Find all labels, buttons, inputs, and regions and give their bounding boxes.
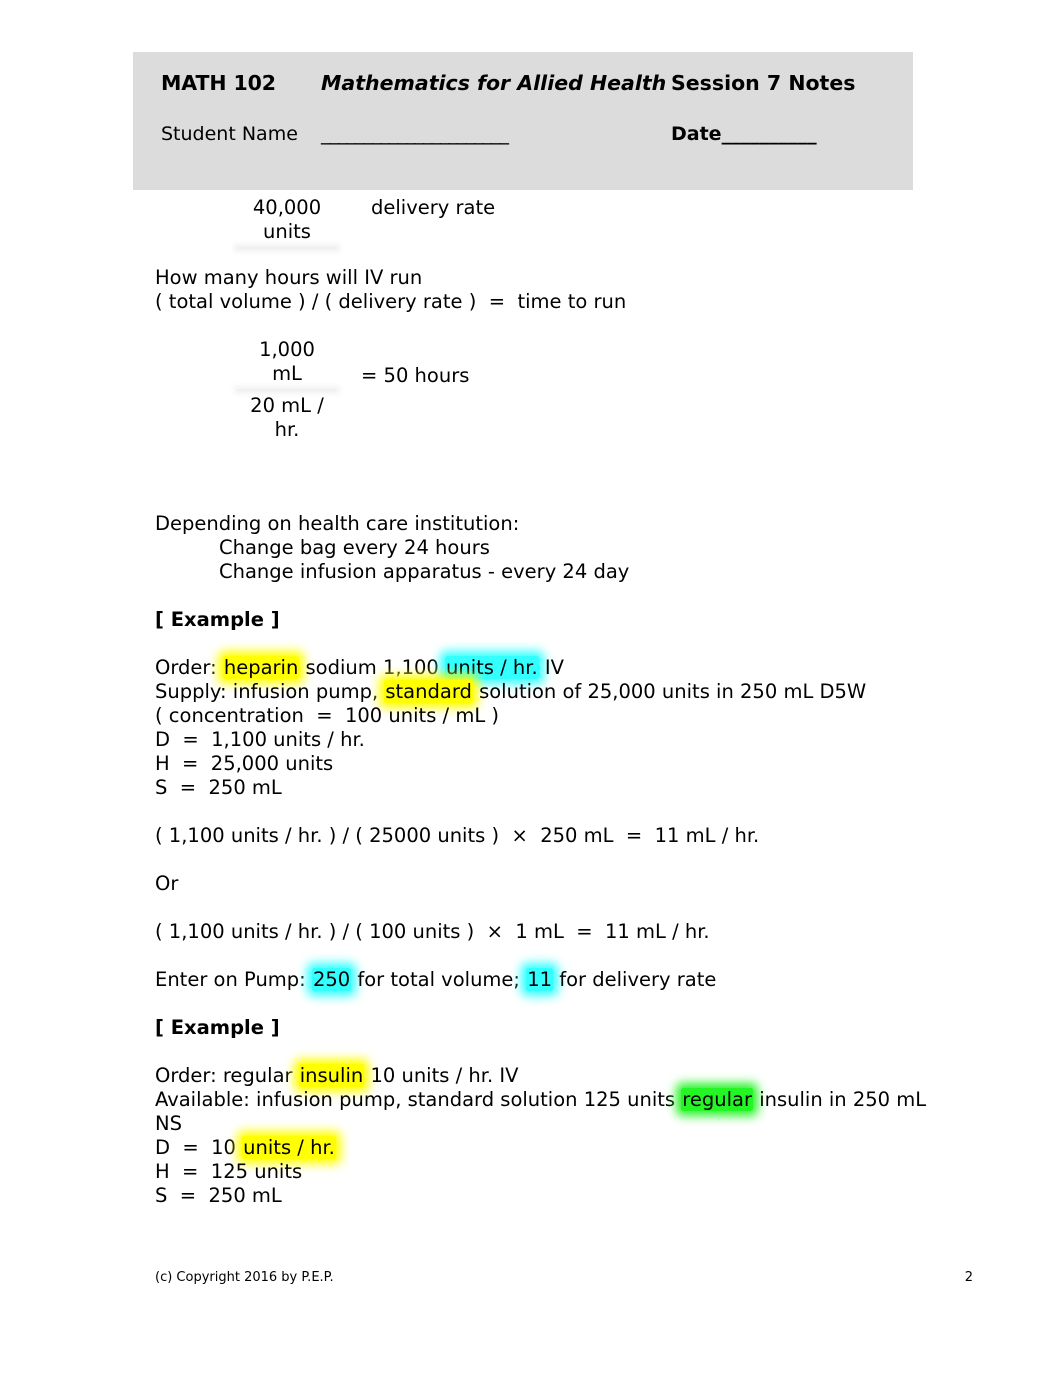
course-code: MATH 102 <box>161 71 276 95</box>
example-2-s-line: S = 250 mL <box>155 1184 282 1207</box>
pump-prefix: Enter on Pump: <box>155 968 312 991</box>
fraction-numerator: 40,000 <box>252 196 322 219</box>
document-header-table: MATH 102 Mathematics for Allied Health S… <box>133 52 913 190</box>
pump-mid: for total volume; <box>351 968 527 991</box>
highlight-units-per-hour-2: units / hr. <box>242 1136 336 1159</box>
example-1-calculation-2: ( 1,100 units / hr. ) / ( 100 units ) × … <box>155 920 710 943</box>
example-1-pump-line: Enter on Pump: 250 for total volume; 11 … <box>155 968 945 992</box>
example-2-heading: [ Example ] <box>155 1016 280 1039</box>
example-1-d-line: D = 1,100 units / hr. <box>155 728 365 751</box>
fraction-denominator-unit: hr. <box>274 418 300 441</box>
header-cell-course-title: Mathematics for Allied Health <box>321 70 671 96</box>
fraction-denominator: 20 mL / <box>250 394 324 417</box>
header-cell-student-blank: ______________________ <box>321 122 671 147</box>
header-cell-student-label: Student Name <box>161 122 321 147</box>
page-footer: (c) Copyright 2016 by P.E.P. 2 <box>155 1270 973 1286</box>
fraction-numerator: 1,000 <box>259 338 315 361</box>
course-title: Mathematics for Allied Health <box>321 71 667 95</box>
fraction-block-time-to-run: 1,000 mL 20 mL / hr. = 50 hours <box>155 338 945 442</box>
order-prefix: Order: <box>155 656 223 679</box>
depending-heading: Depending on health care institution: <box>155 512 520 535</box>
footer-copyright: (c) Copyright 2016 by P.E.P. <box>155 1270 334 1285</box>
pump-suffix: for delivery rate <box>553 968 717 991</box>
document-body: 40,000 units delivery rate How many hour… <box>155 196 945 1208</box>
example-2-d-line: D = 10 units / hr. <box>155 1136 945 1160</box>
example-2-available-line: Available: infusion pump, standard solut… <box>155 1088 945 1136</box>
order-suffix: IV <box>538 656 564 679</box>
header-row-student: Student Name ______________________ Date… <box>161 122 889 147</box>
student-name-label: Student Name <box>161 123 298 145</box>
example-1-calculation-1: ( 1,100 units / hr. ) / ( 25000 units ) … <box>155 824 760 847</box>
fraction-bar <box>237 389 337 391</box>
date-field[interactable]: __________ <box>722 123 817 145</box>
header-row-title: MATH 102 Mathematics for Allied Health S… <box>161 70 889 96</box>
order-prefix: Order: regular <box>155 1064 299 1087</box>
example-1-heading: [ Example ] <box>155 608 280 631</box>
example-1-supply-line: Supply: infusion pump, standard solution… <box>155 680 945 704</box>
fraction-block-delivery-rate: 40,000 units delivery rate <box>155 196 945 252</box>
fraction-numerator-unit: mL <box>272 362 302 385</box>
highlight-total-volume-250: 250 <box>311 968 352 991</box>
fraction-result: = 50 hours <box>361 364 470 387</box>
order-mid: sodium 1,100 <box>299 656 445 679</box>
student-name-field[interactable]: ______________________ <box>321 123 509 145</box>
order-suffix: 10 units / hr. IV <box>364 1064 519 1087</box>
fraction-bar <box>237 247 337 249</box>
available-prefix: Available: infusion pump, standard solut… <box>155 1088 682 1111</box>
header-cell-session: Session 7 Notes <box>671 70 889 96</box>
highlight-regular: regular <box>681 1088 753 1111</box>
supply-prefix: Supply: infusion pump, <box>155 680 385 703</box>
example-1-h-line: H = 25,000 units <box>155 752 334 775</box>
example-1-order-line: Order: heparin sodium 1,100 units / hr. … <box>155 656 945 680</box>
highlight-units-per-hour: units / hr. <box>445 656 539 679</box>
session-label: Session 7 Notes <box>671 71 856 95</box>
document-page: MATH 102 Mathematics for Allied Health S… <box>0 0 1062 1376</box>
header-cell-date: Date__________ <box>671 122 889 147</box>
highlight-insulin: insulin <box>298 1064 365 1087</box>
example-1-or-label: Or <box>155 872 179 895</box>
fraction-1000ml-over-20mlhr: 1,000 mL 20 mL / hr. <box>231 338 343 442</box>
date-label: Date <box>671 123 722 145</box>
d-prefix: D = 10 <box>155 1136 243 1159</box>
highlight-standard: standard <box>384 680 473 703</box>
fraction-numerator-unit: units <box>263 220 311 243</box>
footer-page-number: 2 <box>964 1270 973 1285</box>
example-1-concentration: ( concentration = 100 units / mL ) <box>155 704 499 727</box>
question-line: How many hours will IV run <box>155 266 423 289</box>
depending-item-0: Change bag every 24 hours <box>219 536 490 559</box>
example-2-order-line: Order: regular insulin 10 units / hr. IV <box>155 1064 945 1088</box>
example-1-s-line: S = 250 mL <box>155 776 282 799</box>
supply-suffix: solution of 25,000 units in 250 mL D5W <box>472 680 867 703</box>
formula-line: ( total volume ) / ( delivery rate ) = t… <box>155 290 627 313</box>
highlight-delivery-rate-11: 11 <box>526 968 554 991</box>
depending-item-1: Change infusion apparatus - every 24 day <box>219 560 630 583</box>
header-cell-course-code: MATH 102 <box>161 70 321 96</box>
example-2-h-line: H = 125 units <box>155 1160 303 1183</box>
highlight-heparin: heparin <box>222 656 300 679</box>
fraction-40000-units: 40,000 units <box>231 196 343 252</box>
delivery-rate-label: delivery rate <box>371 196 496 219</box>
